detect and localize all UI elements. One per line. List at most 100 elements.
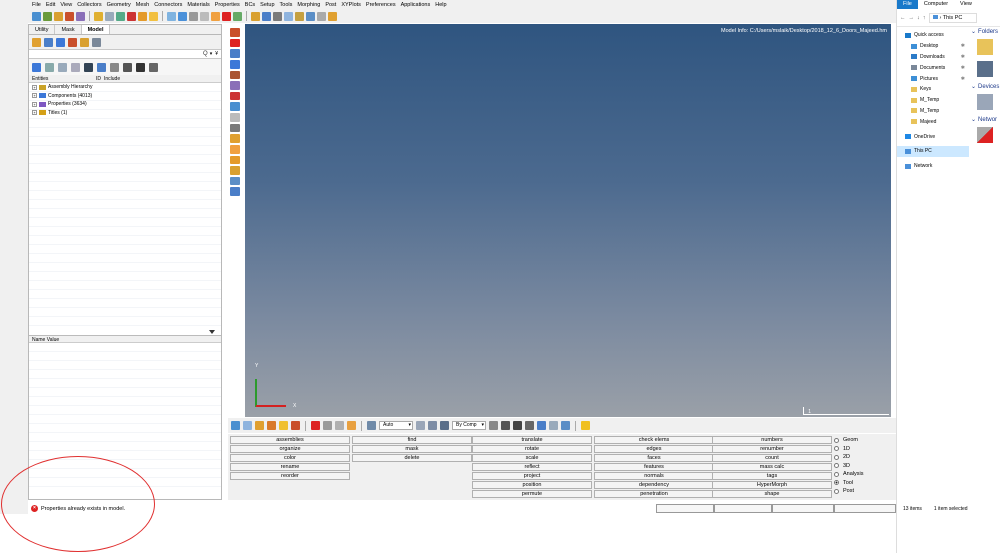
toolbar-tool-icon[interactable]: [178, 11, 187, 21]
ribbon-tab-computer[interactable]: Computer: [918, 0, 954, 9]
radio-dot[interactable]: [834, 454, 839, 460]
star-icon[interactable]: [581, 421, 590, 430]
expand-icon[interactable]: +: [32, 84, 37, 90]
vertical-tool-icon[interactable]: [230, 187, 240, 196]
menu-properties[interactable]: Properties: [215, 2, 240, 8]
hypermorph-button[interactable]: HyperMorph: [712, 481, 832, 489]
monitor-icon[interactable]: [561, 421, 570, 430]
ribbon-tab-view[interactable]: View: [954, 0, 978, 9]
vertical-tool-icon[interactable]: [230, 144, 240, 154]
normals-button[interactable]: normals: [594, 472, 714, 480]
ribbon-tab-file[interactable]: File: [897, 0, 918, 9]
nav-item-keys[interactable]: Keys: [897, 84, 969, 95]
reorder-button[interactable]: reorder: [230, 472, 350, 480]
nav-item-onedrive[interactable]: OneDrive: [897, 131, 969, 142]
radio-dot[interactable]: [834, 480, 839, 486]
toolbar-tool-icon[interactable]: [295, 11, 304, 21]
menu-applications[interactable]: Applications: [401, 2, 431, 8]
nav-item-pictures[interactable]: Pictures ✱: [897, 73, 969, 84]
browser-filter-icon[interactable]: [32, 62, 41, 72]
tree-item[interactable]: + Titles (1): [29, 109, 221, 118]
project-button[interactable]: project: [472, 472, 592, 480]
radio-dot[interactable]: [834, 463, 839, 469]
view-icon[interactable]: [243, 421, 252, 430]
menu-collectors[interactable]: Collectors: [77, 2, 101, 8]
vertical-tool-icon[interactable]: [230, 70, 240, 80]
folders-heading[interactable]: ⌄ Folders: [971, 28, 1000, 36]
browser-filter-icon[interactable]: [71, 62, 80, 72]
load-icon[interactable]: [267, 421, 276, 430]
nav-item-downloads[interactable]: Downloads ✱: [897, 52, 969, 63]
line-icon[interactable]: [513, 421, 522, 430]
radio-dot[interactable]: [834, 446, 839, 452]
toolbar-tool-icon[interactable]: [138, 11, 147, 21]
browser-filter-icon[interactable]: [110, 62, 119, 72]
toolbar-tool-icon[interactable]: [94, 11, 103, 21]
vertical-tool-icon[interactable]: [230, 28, 240, 37]
toolbar-tool-icon[interactable]: [273, 11, 282, 21]
display-icon[interactable]: [367, 421, 376, 430]
radio-3d[interactable]: 3D: [834, 462, 863, 471]
delete-x-icon[interactable]: [311, 421, 320, 430]
component-icon[interactable]: [255, 421, 264, 430]
tab-model[interactable]: Model: [81, 25, 111, 34]
menu-geometry[interactable]: Geometry: [107, 2, 131, 8]
toolbar-tool-icon[interactable]: [105, 11, 114, 21]
toolbar-tool-icon[interactable]: [32, 11, 41, 21]
menu-file[interactable]: File: [32, 2, 41, 8]
numbers-button[interactable]: numbers: [712, 436, 832, 444]
menu-connectors[interactable]: Connectors: [154, 2, 182, 8]
nav-item-majeed[interactable]: Majeed: [897, 116, 969, 127]
radio-analysis[interactable]: Analysis: [834, 470, 863, 479]
vertical-tool-icon[interactable]: [230, 59, 240, 69]
shape-icon[interactable]: [525, 421, 534, 430]
graphics-area[interactable]: Model Info: C:/Users/mslaik/Desktop/2018…: [245, 24, 891, 417]
search-icon[interactable]: Q: [201, 51, 210, 57]
browser-filter-icon[interactable]: [45, 62, 54, 72]
translate-button[interactable]: translate: [472, 436, 592, 444]
radio-2d[interactable]: 2D: [834, 453, 863, 462]
radio-post[interactable]: Post: [834, 487, 863, 496]
permute-button[interactable]: permute: [472, 490, 592, 498]
nav-item-this-pc[interactable]: This PC: [897, 145, 969, 157]
diamond-icon[interactable]: [537, 421, 546, 430]
menu-tools[interactable]: Tools: [280, 2, 293, 8]
rotate-button[interactable]: rotate: [472, 445, 592, 453]
toolbar-tool-icon[interactable]: [211, 11, 220, 21]
vertical-tool-icon[interactable]: [230, 176, 240, 186]
toolbar-tool-icon[interactable]: [328, 11, 337, 21]
address-path[interactable]: › This PC: [928, 12, 977, 23]
toolbar-tool-icon[interactable]: [222, 11, 231, 21]
menu-preferences[interactable]: Preferences: [366, 2, 396, 8]
find-button[interactable]: find: [352, 436, 472, 444]
toolbar-tool-icon[interactable]: [317, 11, 326, 21]
browser-view-icon[interactable]: [68, 37, 77, 47]
nav-item-desktop[interactable]: Desktop ✱: [897, 41, 969, 52]
folder-icon[interactable]: [977, 39, 993, 55]
assemblies-button[interactable]: assemblies: [230, 436, 350, 444]
arrow-icon[interactable]: [549, 421, 558, 430]
browser-search-input[interactable]: [29, 50, 202, 58]
filter-icon[interactable]: ¥: [215, 51, 221, 57]
dependency-button[interactable]: dependency: [594, 481, 714, 489]
tree-item[interactable]: + Properties (3634): [29, 100, 221, 109]
toolbar-tool-icon[interactable]: [167, 11, 176, 21]
toolbar-tool-icon[interactable]: [127, 11, 136, 21]
browser-filter-icon[interactable]: [123, 62, 132, 72]
vertical-tool-icon[interactable]: [230, 123, 240, 133]
color-button[interactable]: color: [230, 454, 350, 462]
toolbar-tool-icon[interactable]: [76, 11, 85, 21]
folder-icon[interactable]: [977, 61, 993, 77]
tree-item[interactable]: + Assembly Hierarchy: [29, 83, 221, 92]
color-icon[interactable]: [440, 421, 449, 430]
toolbar-tool-icon[interactable]: [149, 11, 158, 21]
browser-filter-icon[interactable]: [58, 62, 67, 72]
toolbar-tool-icon[interactable]: [116, 11, 125, 21]
devices-heading[interactable]: ⌄ Devices: [971, 83, 1000, 91]
vertical-tool-icon[interactable]: [230, 155, 240, 165]
menu-materials[interactable]: Materials: [187, 2, 209, 8]
edges-button[interactable]: edges: [594, 445, 714, 453]
toolbar-tool-icon[interactable]: [189, 11, 198, 21]
tab-utility[interactable]: Utility: [29, 25, 56, 34]
menu-bcs[interactable]: BCs: [245, 2, 255, 8]
